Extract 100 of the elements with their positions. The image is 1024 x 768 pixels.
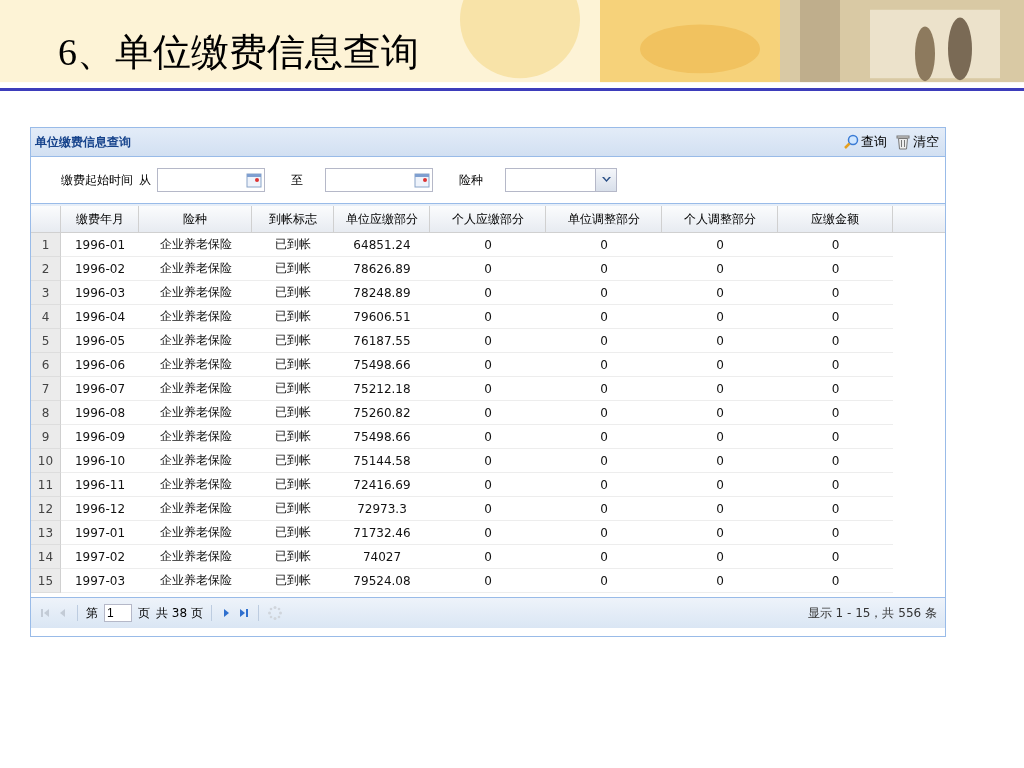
column-header[interactable]: 个人调整部分: [662, 206, 778, 232]
table-cell: 0: [430, 305, 546, 329]
toolbar-button[interactable]: 清空: [893, 133, 941, 151]
row-number: 14: [31, 545, 61, 569]
row-number: 10: [31, 449, 61, 473]
table-cell: 0: [662, 329, 778, 353]
date-field[interactable]: [157, 168, 265, 192]
table-cell: 已到帐: [252, 281, 334, 305]
table-cell: 1997-01: [61, 521, 139, 545]
first-page-icon[interactable]: [39, 607, 51, 619]
table-cell: 企业养老保险: [139, 473, 252, 497]
table-cell: 0: [430, 425, 546, 449]
table-cell: 1997-02: [61, 545, 139, 569]
table-cell: 企业养老保险: [139, 305, 252, 329]
toolbar-button[interactable]: 查询: [841, 133, 889, 151]
table-cell: 0: [778, 233, 893, 257]
table-cell: 企业养老保险: [139, 449, 252, 473]
table-cell: 0: [546, 473, 662, 497]
table-cell: 0: [546, 353, 662, 377]
pager-text: 页: [138, 604, 150, 622]
table-cell: 企业养老保险: [139, 425, 252, 449]
column-header[interactable]: 单位调整部分: [546, 206, 662, 232]
field-label: 从: [139, 171, 151, 189]
table-cell: 0: [430, 569, 546, 593]
table-cell: 企业养老保险: [139, 521, 252, 545]
table-cell: 0: [662, 449, 778, 473]
pager-text: 第: [86, 604, 98, 622]
column-header[interactable]: 险种: [139, 206, 252, 232]
table-cell: 0: [662, 497, 778, 521]
date-field[interactable]: [325, 168, 433, 192]
search-icon: [843, 134, 859, 150]
row-number: 4: [31, 305, 61, 329]
table-cell: 已到帐: [252, 233, 334, 257]
table-cell: 0: [662, 545, 778, 569]
chevron-down-icon: [601, 177, 611, 183]
trash-icon: [895, 134, 911, 150]
table-cell: 1996-12: [61, 497, 139, 521]
table-cell: 0: [430, 521, 546, 545]
field-label: 至: [291, 171, 303, 189]
record-summary: 显示 1 - 15，共 556 条: [807, 604, 937, 622]
table-cell: 79524.08: [334, 569, 430, 593]
table-cell: 0: [778, 281, 893, 305]
table-cell: 74027: [334, 545, 430, 569]
table-cell: 0: [546, 281, 662, 305]
row-number: 1: [31, 233, 61, 257]
table-cell: 已到帐: [252, 305, 334, 329]
table-cell: 0: [662, 305, 778, 329]
panel-title: 单位缴费信息查询: [35, 133, 131, 151]
table-cell: 0: [778, 329, 893, 353]
table-cell: 0: [662, 233, 778, 257]
field-label: 险种: [459, 171, 483, 189]
calendar-icon[interactable]: [246, 172, 262, 188]
table-cell: 0: [546, 521, 662, 545]
table-cell: 72973.3: [334, 497, 430, 521]
table-cell: 0: [662, 257, 778, 281]
last-page-icon[interactable]: [237, 607, 250, 619]
table-cell: 75498.66: [334, 425, 430, 449]
row-number: 15: [31, 569, 61, 593]
column-header[interactable]: 个人应缴部分: [430, 206, 546, 232]
table-cell: 0: [778, 401, 893, 425]
page-input[interactable]: 1: [104, 604, 132, 622]
table-cell: 1996-06: [61, 353, 139, 377]
table-cell: 0: [662, 521, 778, 545]
table-cell: 已到帐: [252, 545, 334, 569]
table-cell: 0: [430, 353, 546, 377]
column-header[interactable]: 应缴金额: [778, 206, 893, 232]
column-header[interactable]: 单位应缴部分: [334, 206, 430, 232]
table-cell: 0: [430, 233, 546, 257]
calendar-icon[interactable]: [414, 172, 430, 188]
table-cell: 0: [430, 329, 546, 353]
table-cell: 已到帐: [252, 401, 334, 425]
row-number: 11: [31, 473, 61, 497]
row-number: 5: [31, 329, 61, 353]
column-header[interactable]: 缴费年月: [61, 206, 139, 232]
table-cell: 0: [430, 281, 546, 305]
table-cell: 75212.18: [334, 377, 430, 401]
table-cell: 企业养老保险: [139, 233, 252, 257]
table-cell: 0: [430, 377, 546, 401]
row-number: 3: [31, 281, 61, 305]
table-cell: 企业养老保险: [139, 257, 252, 281]
column-header[interactable]: 到帐标志: [252, 206, 334, 232]
table-cell: 0: [662, 353, 778, 377]
table-cell: 已到帐: [252, 329, 334, 353]
table-cell: 0: [778, 473, 893, 497]
table-cell: 1996-10: [61, 449, 139, 473]
table-cell: 64851.24: [334, 233, 430, 257]
table-cell: 1996-09: [61, 425, 139, 449]
row-number: 13: [31, 521, 61, 545]
table-cell: 已到帐: [252, 377, 334, 401]
table-cell: 1997-03: [61, 569, 139, 593]
table-cell: 75498.66: [334, 353, 430, 377]
insurance-dropdown[interactable]: [505, 168, 617, 192]
table-cell: 0: [546, 329, 662, 353]
table-cell: 0: [778, 521, 893, 545]
table-cell: 1996-02: [61, 257, 139, 281]
table-cell: 0: [430, 449, 546, 473]
table-cell: 已到帐: [252, 473, 334, 497]
table-cell: 1996-07: [61, 377, 139, 401]
table-cell: 0: [430, 473, 546, 497]
table-cell: 79606.51: [334, 305, 430, 329]
